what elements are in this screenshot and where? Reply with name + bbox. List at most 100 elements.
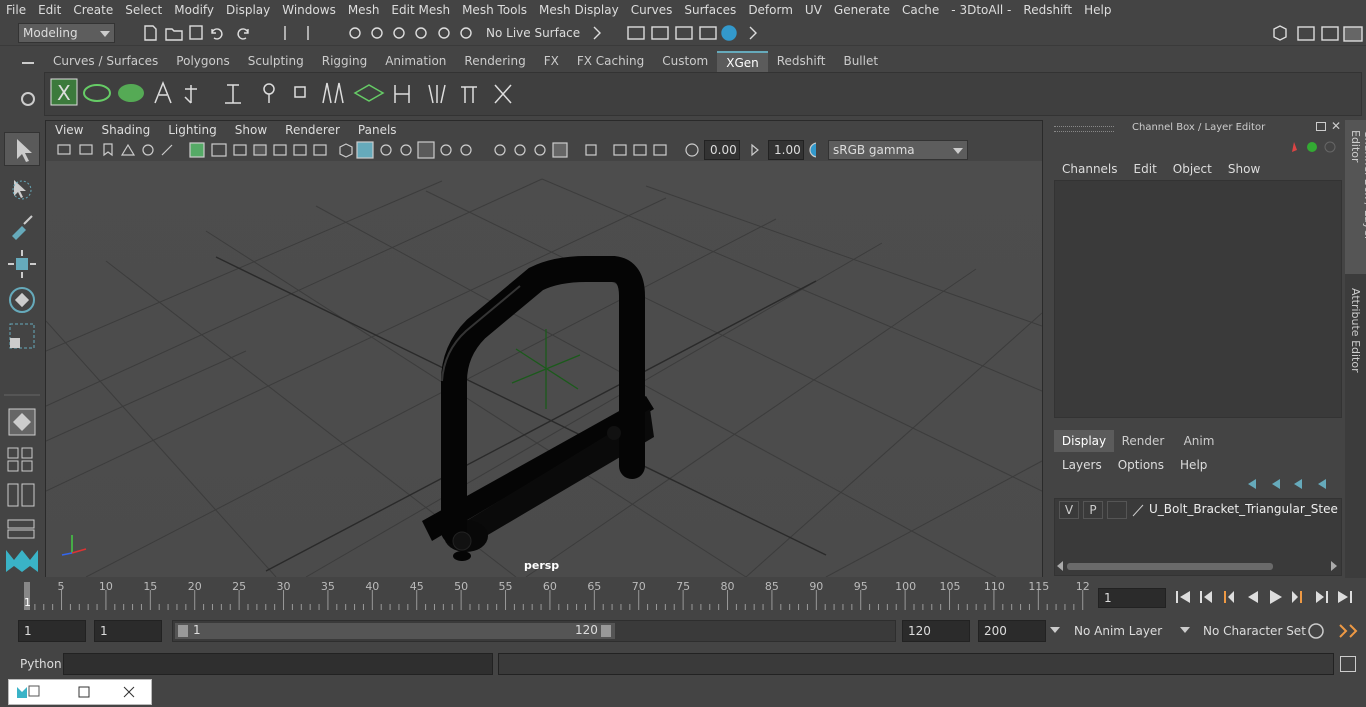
menu-deform[interactable]: Deform	[742, 3, 799, 17]
shelf-tab-rendering[interactable]: Rendering	[455, 51, 534, 72]
start-time-field[interactable]: 1	[18, 620, 86, 642]
shelf-tab-custom[interactable]: Custom	[653, 51, 717, 72]
layer-name[interactable]: U_Bolt_Bracket_Triangular_Steel_layer	[1149, 502, 1339, 516]
menu-mesh-display[interactable]: Mesh Display	[533, 3, 625, 17]
menu-generate[interactable]: Generate	[828, 3, 896, 17]
shelf-tab-sculpting[interactable]: Sculpting	[239, 51, 313, 72]
menu-help[interactable]: Help	[1078, 3, 1117, 17]
range-action-icons[interactable]	[1306, 621, 1362, 641]
last-tool-icon[interactable]	[6, 406, 38, 438]
status-toolbar-icons[interactable]	[140, 23, 480, 43]
move-tool-icon[interactable]	[6, 248, 38, 280]
layer-action-icons[interactable]	[1246, 476, 1338, 492]
channel-box-view-icons[interactable]	[1286, 140, 1342, 154]
render-toolbar-icons[interactable]	[590, 23, 760, 43]
channel-menu-object[interactable]: Object	[1165, 158, 1220, 180]
viewport-menu-view[interactable]: View	[46, 123, 92, 137]
viewport-menu-panels[interactable]: Panels	[349, 123, 406, 137]
shelf-settings-icon[interactable]	[21, 92, 35, 106]
channel-menu-edit[interactable]: Edit	[1126, 158, 1165, 180]
shelf-tab-polygons[interactable]: Polygons	[167, 51, 238, 72]
select-tool-button[interactable]	[4, 132, 40, 166]
character-set-label[interactable]: No Character Set	[1203, 624, 1306, 638]
command-input[interactable]	[63, 653, 493, 675]
layer-tab-anim[interactable]: Anim	[1172, 430, 1226, 452]
side-tab-attribute-editor[interactable]: Attribute Editor	[1345, 280, 1366, 380]
menu-create[interactable]: Create	[67, 3, 119, 17]
layer-color-swatch[interactable]	[1107, 501, 1127, 519]
shelf-tab-bullet[interactable]: Bullet	[834, 51, 887, 72]
layer-menu-help[interactable]: Help	[1172, 454, 1215, 476]
layer-scrollbar[interactable]	[1067, 563, 1273, 570]
current-frame-field[interactable]: 1	[1098, 588, 1166, 608]
viewport-canvas[interactable]: persp	[46, 161, 1042, 577]
layer-menu-options[interactable]: Options	[1110, 454, 1172, 476]
range-slider-left-grip[interactable]	[178, 625, 188, 637]
menu-uv[interactable]: UV	[799, 3, 828, 17]
range-slider-track[interactable]: 1 120	[172, 620, 896, 642]
menu-file[interactable]: File	[0, 3, 32, 17]
viewport-toolbar-icons[interactable]	[56, 141, 816, 159]
mode-dropdown[interactable]: Modeling	[18, 23, 115, 43]
menu-display[interactable]: Display	[220, 3, 276, 17]
menu-cache[interactable]: Cache	[896, 3, 945, 17]
character-set-dropdown-arrow-icon[interactable]	[1180, 627, 1190, 633]
layout-panes-icon[interactable]	[6, 482, 38, 510]
exposure-field[interactable]: 0.00	[704, 140, 740, 160]
gamma-field[interactable]: 1.00	[768, 140, 804, 160]
time-slider[interactable]: 5 10 15 20 25 30 35 40 45 50 55 60 65 70 75 80 85 90 95 100…	[0, 580, 1366, 614]
menu-redshift[interactable]: Redshift	[1017, 3, 1078, 17]
workspace-icons[interactable]	[1270, 23, 1366, 43]
layout-outliner-icon[interactable]	[6, 518, 38, 540]
anim-layer-dropdown-arrow-icon[interactable]	[1050, 627, 1060, 633]
live-surface-label[interactable]: No Live Surface	[486, 26, 580, 40]
menu-3dtoall[interactable]: - 3DtoAll -	[945, 3, 1017, 17]
end-time-field[interactable]: 200	[978, 620, 1046, 642]
viewport-menu-shading[interactable]: Shading	[92, 123, 159, 137]
rotate-tool-icon[interactable]	[6, 284, 38, 316]
menu-select[interactable]: Select	[119, 3, 168, 17]
layer-row[interactable]: V P U_Bolt_Bracket_Triangular_Steel_laye…	[1057, 501, 1339, 519]
layer-tab-render[interactable]: Render	[1114, 430, 1172, 452]
menu-edit[interactable]: Edit	[32, 3, 67, 17]
xgen-shelf-icons[interactable]: X	[45, 73, 525, 115]
shelf-tab-fx[interactable]: FX	[535, 51, 568, 72]
viewport-menu-show[interactable]: Show	[226, 123, 276, 137]
shelf-menu-icon[interactable]	[22, 62, 34, 64]
color-space-dropdown[interactable]: sRGB gamma	[828, 140, 968, 160]
playback-end-field[interactable]: 120	[902, 620, 970, 642]
viewport-menu-lighting[interactable]: Lighting	[159, 123, 226, 137]
layer-menu-layers[interactable]: Layers	[1054, 454, 1110, 476]
layer-tab-display[interactable]: Display	[1054, 430, 1114, 452]
menu-curves[interactable]: Curves	[625, 3, 679, 17]
scale-tool-icon[interactable]	[6, 320, 38, 352]
menu-mesh-tools[interactable]: Mesh Tools	[456, 3, 533, 17]
side-tab-channel-box[interactable]: Channel Box / Layer Editor	[1345, 120, 1366, 274]
scroll-left-icon[interactable]	[1057, 561, 1063, 571]
paint-select-tool-icon[interactable]	[6, 212, 38, 244]
shelf-tab-xgen[interactable]: XGen	[717, 51, 768, 72]
perspective-scene[interactable]	[46, 161, 1042, 577]
channel-menu-channels[interactable]: Channels	[1054, 158, 1126, 180]
menu-mesh[interactable]: Mesh	[342, 3, 386, 17]
playback-start-field[interactable]: 1	[94, 620, 162, 642]
viewport-menu-renderer[interactable]: Renderer	[276, 123, 349, 137]
menu-windows[interactable]: Windows	[276, 3, 342, 17]
shelf-tab-animation[interactable]: Animation	[376, 51, 455, 72]
menu-edit-mesh[interactable]: Edit Mesh	[385, 3, 456, 17]
shelf-tab-rigging[interactable]: Rigging	[313, 51, 376, 72]
scroll-right-icon[interactable]	[1331, 561, 1337, 571]
lasso-tool-icon[interactable]	[6, 174, 38, 206]
panel-grip[interactable]	[1054, 126, 1114, 132]
layout-single-icon[interactable]	[6, 446, 38, 474]
shelf-tab-curves-surfaces[interactable]: Curves / Surfaces	[44, 51, 167, 72]
script-language-label[interactable]: Python	[20, 657, 62, 671]
layer-visibility-toggle[interactable]: V	[1059, 501, 1079, 519]
playback-controls[interactable]	[1172, 587, 1362, 607]
range-slider-handle[interactable]: 1 120	[175, 623, 615, 639]
layer-playback-toggle[interactable]: P	[1083, 501, 1103, 519]
channel-menu-show[interactable]: Show	[1220, 158, 1268, 180]
menu-surfaces[interactable]: Surfaces	[678, 3, 742, 17]
time-ruler[interactable]: 5 10 15 20 25 30 35 40 45 50 55 60 65 70 75 80 85 90 95 100…	[18, 580, 1093, 612]
shelf-tab-fx-caching[interactable]: FX Caching	[568, 51, 653, 72]
